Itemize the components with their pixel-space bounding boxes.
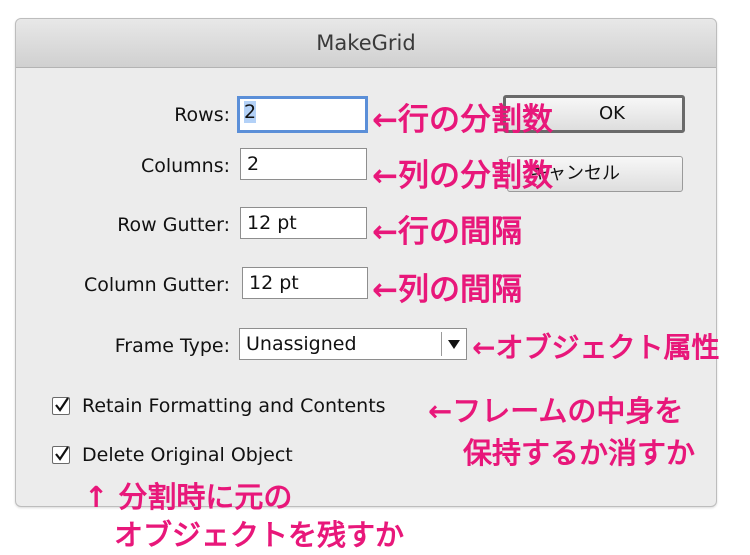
rows-input[interactable]: 2 — [237, 96, 368, 133]
frame-type-value: Unassigned — [246, 333, 357, 355]
row-gutter-input-value: 12 pt — [247, 212, 297, 234]
frame-type-label: Frame Type: — [114, 335, 230, 357]
row-gutter-label: Row Gutter: — [117, 214, 230, 236]
rows-annotation: ←行の分割数 — [372, 102, 553, 138]
select-divider — [441, 332, 442, 356]
delete-annotation-line2: オブジェクトを残すか — [114, 518, 405, 552]
dialog-title: MakeGrid — [316, 31, 416, 55]
frame-type-select[interactable]: Unassigned — [239, 328, 467, 360]
title-bar[interactable]: MakeGrid — [16, 19, 716, 68]
column-gutter-input-value: 12 pt — [249, 272, 299, 294]
columns-input[interactable]: 2 — [240, 148, 367, 180]
columns-label: Columns: — [140, 155, 230, 177]
columns-annotation: ←列の分割数 — [372, 158, 553, 194]
ok-button-label: OK — [599, 103, 625, 124]
delete-original-checkbox[interactable] — [52, 446, 70, 464]
delete-original-label[interactable]: Delete Original Object — [82, 444, 293, 466]
row-gutter-annotation: ←行の間隔 — [372, 214, 522, 250]
rows-label: Rows: — [174, 104, 230, 126]
rows-input-value: 2 — [244, 101, 257, 123]
checkmark-icon — [55, 397, 69, 412]
column-gutter-label: Column Gutter: — [83, 274, 230, 296]
retain-formatting-label[interactable]: Retain Formatting and Contents — [82, 395, 386, 417]
frame-type-annotation: ←オブジェクト属性 — [472, 331, 720, 364]
retain-formatting-checkbox[interactable] — [52, 397, 70, 415]
delete-annotation-line1: ↑ 分割時に元の — [84, 480, 293, 514]
chevron-down-icon — [448, 340, 460, 349]
column-gutter-annotation: ←列の間隔 — [372, 272, 522, 308]
retain-annotation-line2: 保持するか消すか — [463, 436, 696, 470]
columns-input-value: 2 — [247, 153, 260, 175]
column-gutter-input[interactable]: 12 pt — [242, 267, 368, 299]
retain-annotation-line1: ←フレームの中身を — [428, 394, 684, 428]
checkmark-icon — [55, 446, 69, 461]
row-gutter-input[interactable]: 12 pt — [240, 207, 367, 239]
